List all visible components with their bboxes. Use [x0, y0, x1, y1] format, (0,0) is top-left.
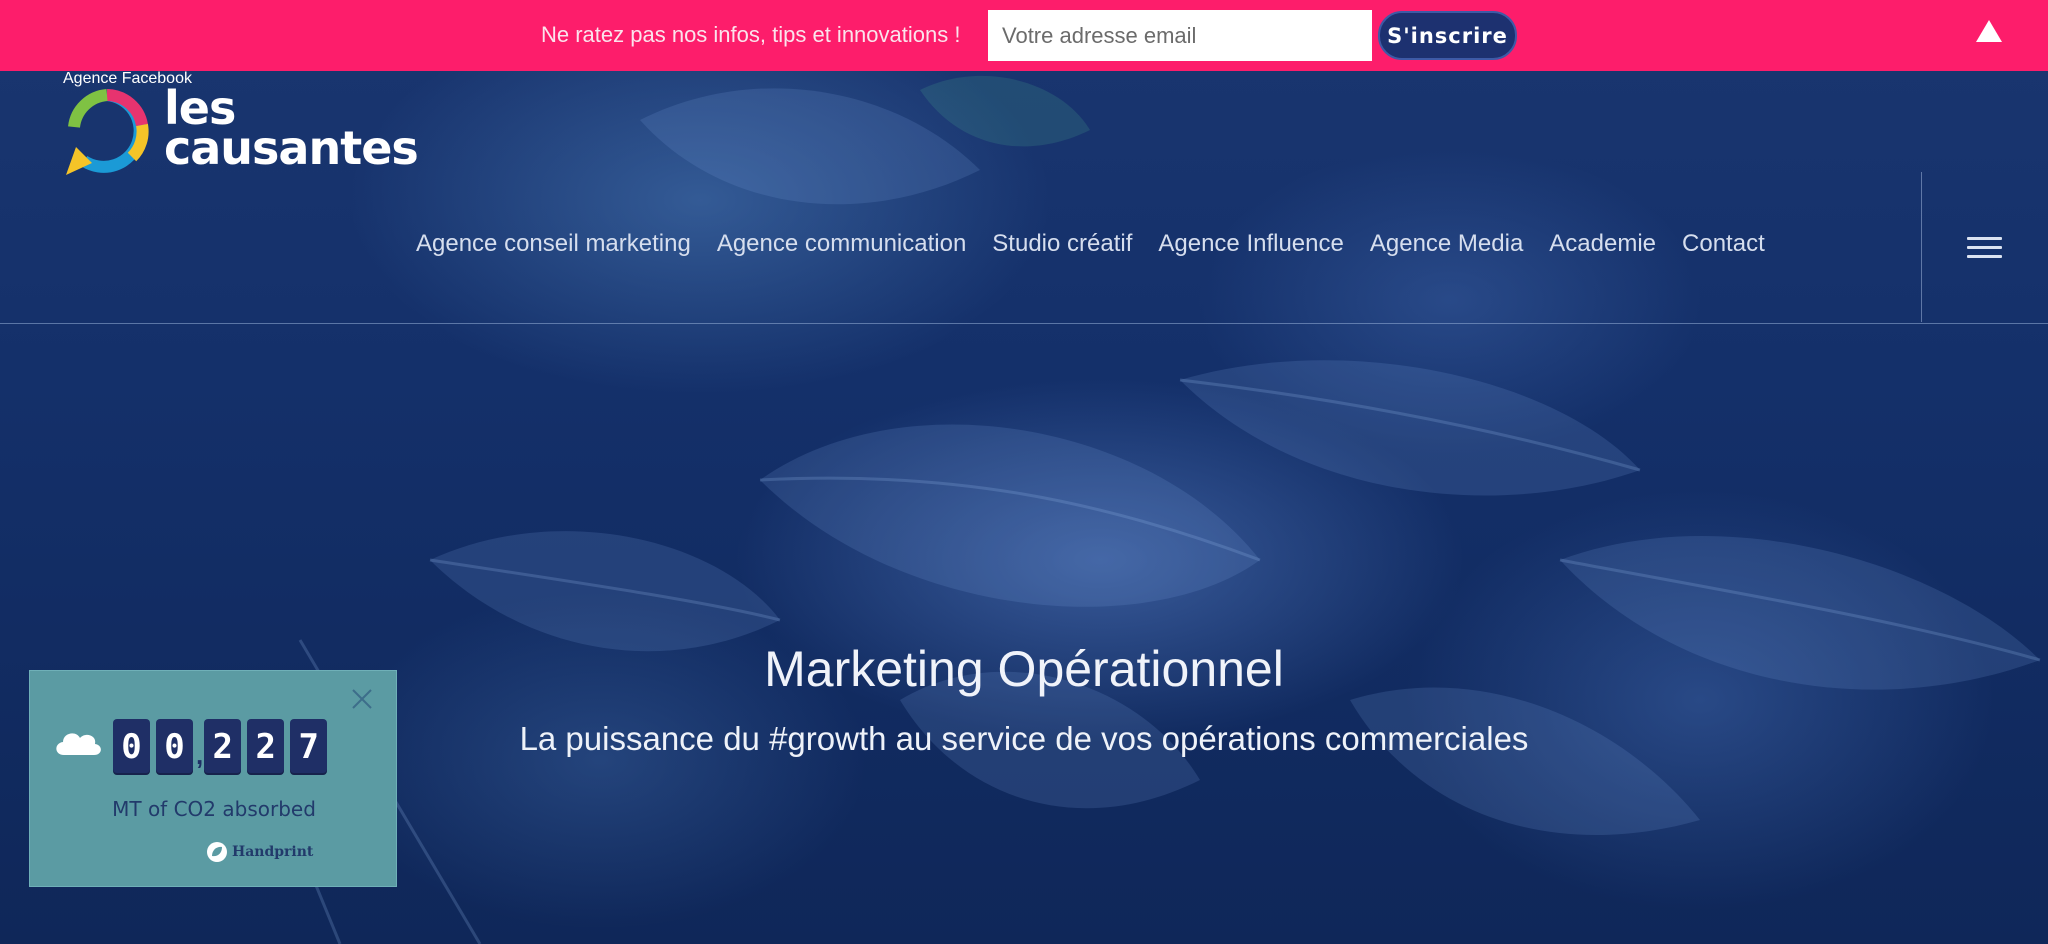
collapse-arrow-icon[interactable]	[1974, 18, 2004, 44]
subscribe-button[interactable]: S'inscrire	[1378, 11, 1517, 60]
counter-digit: 0	[156, 719, 193, 775]
nav-item-agence-influence[interactable]: Agence Influence	[1158, 230, 1343, 258]
counter-digit: 2	[204, 719, 242, 775]
speech-bubble-logo-icon	[66, 89, 149, 175]
header-divider	[0, 323, 2048, 324]
close-icon[interactable]	[350, 687, 374, 711]
newsletter-banner: Ne ratez pas nos infos, tips et innovati…	[0, 0, 2048, 71]
co2-digits: 0 0 , 2 2 7	[113, 719, 333, 775]
nav-item-agence-conseil-marketing[interactable]: Agence conseil marketing	[416, 230, 691, 258]
handprint-brand[interactable]: Handprint	[206, 841, 313, 863]
banner-message: Ne ratez pas nos infos, tips et innovati…	[541, 22, 961, 47]
counter-digit: 0	[113, 719, 150, 775]
brand-line-2: causantes	[164, 121, 419, 175]
nav-divider	[1921, 172, 1922, 322]
cloud-icon	[56, 733, 101, 755]
handprint-leaf-icon	[207, 842, 227, 862]
brand-name: les causantes	[164, 85, 419, 175]
handprint-label: Handprint	[232, 844, 314, 860]
email-input[interactable]	[988, 10, 1372, 61]
co2-label: MT of CO2 absorbed	[112, 797, 316, 821]
nav-item-agence-communication[interactable]: Agence communication	[717, 230, 966, 258]
nav-item-contact[interactable]: Contact	[1682, 230, 1765, 258]
counter-separator: ,	[196, 740, 204, 770]
nav-item-studio-creatif[interactable]: Studio créatif	[992, 230, 1132, 258]
counter-digit: 2	[247, 719, 285, 775]
co2-counter-widget: 0 0 , 2 2 7 MT of CO2 absorbed Handprint	[29, 670, 397, 887]
hamburger-menu-icon[interactable]	[1967, 237, 2002, 259]
site-logo[interactable]: Agence Facebook les causantes	[62, 70, 442, 190]
main-navigation: Agence conseil marketing Agence communic…	[416, 230, 1791, 258]
counter-digit: 7	[290, 719, 328, 775]
nav-item-agence-media[interactable]: Agence Media	[1370, 230, 1523, 258]
nav-item-academie[interactable]: Academie	[1549, 230, 1656, 258]
